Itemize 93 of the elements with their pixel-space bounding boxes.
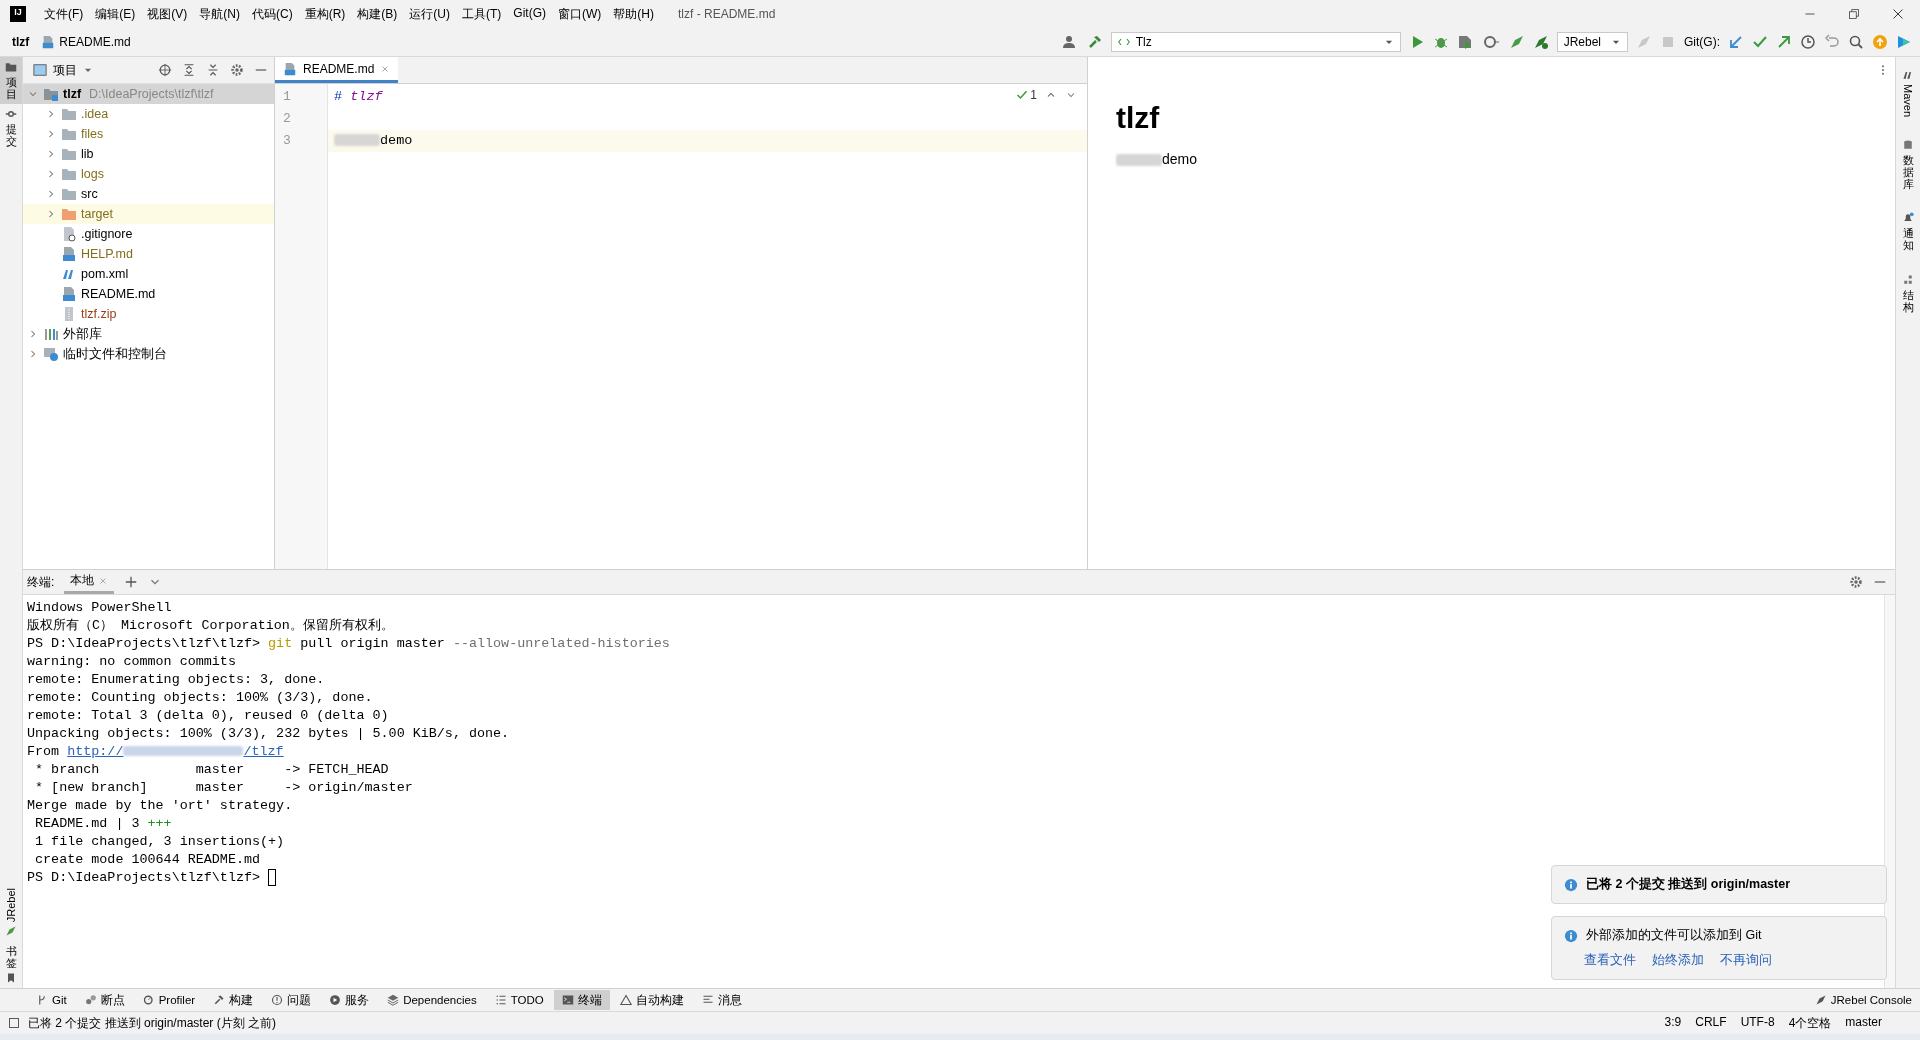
tool-window-button[interactable]: 构建 <box>205 990 262 1010</box>
terminal-line: create mode 100644 README.md <box>34 851 262 869</box>
tool-window-button[interactable]: 问题 <box>263 990 320 1010</box>
menu-item[interactable]: 代码(C) <box>246 5 299 23</box>
inspection-widget[interactable]: 1 <box>1016 88 1037 102</box>
terminal-line: * branch master -> FETCH_HEAD <box>34 761 390 779</box>
tree-row[interactable]: README.md <box>23 284 274 304</box>
menu-item[interactable]: 文件(F) <box>38 5 90 23</box>
tool-window-button[interactable]: JRebel Console <box>1806 990 1920 1010</box>
tool-window-button[interactable]: 终端 <box>553 990 610 1010</box>
tree-row[interactable]: 外部库 <box>23 324 274 344</box>
terminal-line: remote: Counting objects: 100% (3/3), done. <box>27 689 374 707</box>
app-logo: IJ <box>10 6 26 22</box>
terminal-line: * [new branch] master -> origin/master <box>34 779 414 797</box>
menu-item[interactable]: 运行(U) <box>403 5 456 23</box>
tree-row[interactable]: lib <box>23 144 274 164</box>
window-title: tlzf - README.md <box>678 7 776 21</box>
terminal-line: Unpacking objects: 100% (3/3), 232 bytes | 5.00 KiB/s, done. <box>27 725 511 743</box>
menu-item[interactable]: 重构(R) <box>298 5 352 23</box>
tree-row[interactable]: HELP.md <box>23 244 274 264</box>
line-number: 1 <box>282 88 292 106</box>
tool-window-button[interactable]: 提交 <box>0 104 22 152</box>
terminal-tab[interactable]: 本地 <box>64 570 115 594</box>
notification-link[interactable]: 始终添加 <box>1652 952 1704 969</box>
tree-row[interactable]: pom.xml <box>23 264 274 284</box>
tool-window-button[interactable]: Git <box>28 990 75 1010</box>
tool-window-button[interactable]: 书签 <box>0 940 22 988</box>
terminal-line: README.md | 3 +++ <box>34 815 173 833</box>
git-label: Git(G): <box>1684 35 1720 49</box>
preview-paragraph: demo <box>1116 151 1895 167</box>
tool-window-button[interactable]: 消息 <box>693 990 750 1010</box>
tree-row[interactable]: tlzf D:\IdeaProjects\tlzf\tlzf <box>23 84 274 104</box>
notification-title: 已将 2 个提交 推送到 origin/master <box>1586 876 1791 893</box>
menu-item[interactable]: 工具(T) <box>456 5 508 23</box>
terminal-line: remote: Total 3 (delta 0), reused 0 (delta 0) <box>27 707 390 725</box>
terminal-line: From http:// /tlzf <box>27 743 285 761</box>
path-hint: D:\IdeaProjects\tlzf\tlzf <box>89 87 214 101</box>
tool-window-button[interactable]: 项目 <box>0 57 22 105</box>
terminal-line: Windows PowerShell <box>27 599 173 617</box>
tool-window-button[interactable]: Dependencies <box>379 990 485 1010</box>
status-item[interactable]: 4个空格 <box>1788 1014 1832 1032</box>
tool-window-button[interactable]: 自动构建 <box>611 990 692 1010</box>
tree-row[interactable]: 临时文件和控制台 <box>23 344 274 364</box>
menu-item[interactable]: 窗口(W) <box>552 5 608 23</box>
status-item[interactable]: 3:9 <box>1664 1014 1682 1032</box>
terminal-line: PS D:\IdeaProjects\tlzf\tlzf> git pull origin master --allow-unrelated-histories <box>27 635 671 653</box>
menu-item[interactable]: 构建(B) <box>351 5 404 23</box>
jrebel-dropdown[interactable]: JRebel <box>1556 32 1628 52</box>
tool-window-button[interactable]: 断点 <box>76 990 133 1010</box>
run-configuration-dropdown[interactable]: Tlz <box>1110 32 1401 52</box>
terminal-line: remote: Enumerating objects: 3, done. <box>27 671 326 689</box>
terminal-line: Merge made by the 'ort' strategy. <box>27 797 294 815</box>
preview-heading: tlzf <box>1116 101 1161 135</box>
notification-title: 外部添加的文件可以添加到 Git <box>1586 927 1762 944</box>
tree-row[interactable]: files <box>23 124 274 144</box>
terminal-line: warning: no common commits <box>27 653 237 671</box>
notification-link[interactable]: 不再询问 <box>1720 952 1772 969</box>
tool-window-button[interactable]: TODO <box>486 990 552 1010</box>
tool-window-button[interactable]: 数据库 <box>1902 135 1914 195</box>
terminal-label: 终端: <box>27 573 55 591</box>
status-message: 已将 2 个提交 推送到 origin/master (片刻 之前) <box>28 1014 277 1032</box>
breadcrumb-item[interactable]: README.md <box>41 35 131 49</box>
tool-window-button[interactable]: JRebel <box>0 883 22 941</box>
menu-item[interactable]: 编辑(E) <box>89 5 142 23</box>
notification-link[interactable]: 查看文件 <box>1584 952 1636 969</box>
line-number: 3 <box>282 132 292 150</box>
terminal-line: 版权所有（C） Microsoft Corporation。保留所有权利。 <box>27 617 395 635</box>
status-item[interactable]: master <box>1845 1014 1882 1032</box>
tool-window-button[interactable]: 通知 <box>1902 208 1914 256</box>
tree-row[interactable]: target <box>23 204 274 224</box>
tree-row[interactable]: src <box>23 184 274 204</box>
breadcrumb-item[interactable]: tlzf <box>12 35 30 49</box>
menu-item[interactable]: Git(G) <box>507 5 552 23</box>
menu-item[interactable]: 视图(V) <box>141 5 194 23</box>
url-link[interactable]: http:// /tlzf <box>67 744 284 759</box>
status-item[interactable]: CRLF <box>1695 1014 1727 1032</box>
tool-window-button[interactable]: 结构 <box>1902 269 1914 317</box>
line-number: 2 <box>282 110 292 128</box>
menu-item[interactable]: 帮助(H) <box>607 5 660 23</box>
tree-row[interactable]: .gitignore <box>23 224 274 244</box>
status-item[interactable]: UTF-8 <box>1740 1014 1775 1032</box>
menu-item[interactable]: 导航(N) <box>193 5 246 23</box>
tree-row[interactable]: logs <box>23 164 274 184</box>
editor-tab[interactable]: README.md <box>275 57 399 83</box>
tool-window-button[interactable]: Profiler <box>134 990 204 1010</box>
code-line: # tlzf <box>334 89 383 104</box>
tree-row[interactable]: .idea <box>23 104 274 124</box>
terminal-line: 1 file changed, 3 insertions(+) <box>34 833 286 851</box>
tool-window-button[interactable]: 服务 <box>321 990 378 1010</box>
tool-window-button[interactable]: Maven <box>1902 65 1914 122</box>
tree-row[interactable]: tlzf.zip <box>23 304 274 324</box>
project-view-dropdown[interactable]: 项目 <box>33 61 93 79</box>
code-line: demo <box>334 133 413 148</box>
